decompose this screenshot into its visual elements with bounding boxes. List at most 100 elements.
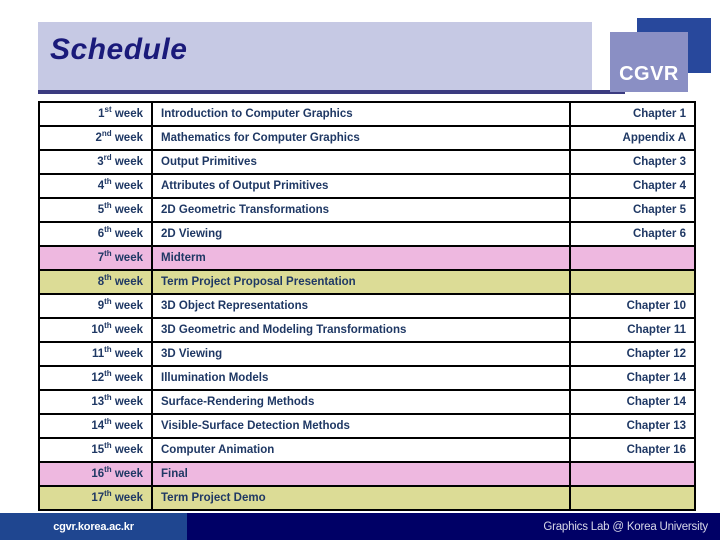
week-ordinal-suffix: th (104, 392, 112, 402)
cell-topic: Attributes of Output Primitives (151, 173, 571, 199)
week-ordinal-suffix: th (104, 416, 112, 426)
cell-topic: 2D Geometric Transformations (151, 197, 571, 223)
week-label: week (111, 347, 143, 360)
schedule-table: 1st week Introduction to Computer Graphic… (38, 101, 696, 511)
cell-chapter (569, 245, 696, 271)
cell-week: 2nd week (38, 125, 153, 151)
table-row: 14th week Visible-Surface Detection Metho… (38, 413, 696, 439)
cell-week: 1st week (38, 101, 153, 127)
week-number: 11 (91, 347, 105, 360)
cell-topic: Mathematics for Computer Graphics (151, 125, 571, 151)
cell-chapter: Chapter 14 (569, 389, 696, 415)
week-label: week (111, 179, 143, 192)
cell-topic: 2D Viewing (151, 221, 571, 247)
cell-chapter: Chapter 13 (569, 413, 696, 439)
cell-chapter: Chapter 12 (569, 341, 696, 367)
week-label: week (111, 371, 143, 384)
cell-topic: Surface-Rendering Methods (151, 389, 571, 415)
table-row: 8th week Term Project Proposal Presentati… (38, 269, 696, 295)
footer-attribution: Graphics Lab @ Korea University (543, 520, 708, 533)
cell-topic: 3D Object Representations (151, 293, 571, 319)
cell-chapter: Chapter 5 (569, 197, 696, 223)
table-row: 1st week Introduction to Computer Graphic… (38, 101, 696, 127)
week-number: 14 (91, 419, 105, 432)
cell-week: 8th week (38, 269, 153, 295)
week-label: week (111, 395, 143, 408)
cell-chapter (569, 485, 696, 511)
cell-week: 13th week (38, 389, 153, 415)
cell-topic: Visible-Surface Detection Methods (151, 413, 571, 439)
week-label: week (111, 467, 143, 480)
cell-topic: Output Primitives (151, 149, 571, 175)
cell-week: 5th week (38, 197, 153, 223)
week-number: 17 (91, 491, 105, 504)
cell-chapter: Chapter 14 (569, 365, 696, 391)
table-row: 9th week 3D Object Representations Chapter… (38, 293, 696, 319)
table-row: 4th week Attributes of Output Primitives C… (38, 173, 696, 199)
week-label: week (111, 299, 143, 312)
cell-week: 12th week (38, 365, 153, 391)
week-label: week (111, 227, 143, 240)
cell-chapter: Chapter 3 (569, 149, 696, 175)
week-ordinal-suffix: th (104, 224, 112, 234)
cell-week: 6th week (38, 221, 153, 247)
cell-week: 10th week (38, 317, 153, 343)
table-row: 5th week 2D Geometric Transformations Chap… (38, 197, 696, 223)
week-label: week (111, 251, 143, 264)
week-ordinal-suffix: st (104, 104, 112, 114)
cell-week: 17th week (38, 485, 153, 511)
week-label: week (111, 155, 143, 168)
cgvr-logo-label: CGVR (619, 63, 679, 85)
week-ordinal-suffix: th (104, 176, 112, 186)
cell-topic: Term Project Demo (151, 485, 571, 511)
title-divider (38, 90, 625, 94)
cell-chapter: Chapter 10 (569, 293, 696, 319)
slide-canvas: Schedule CGVR 1st week Introduction to Co… (0, 0, 720, 540)
cell-chapter (569, 461, 696, 487)
cell-chapter: Chapter 11 (569, 317, 696, 343)
week-label: week (111, 323, 143, 336)
week-ordinal-suffix: th (104, 464, 112, 474)
week-ordinal-suffix: th (104, 272, 112, 282)
week-ordinal-suffix: th (104, 368, 112, 378)
week-ordinal-suffix: th (104, 200, 112, 210)
cell-chapter: Chapter 6 (569, 221, 696, 247)
week-number: 16 (91, 467, 105, 480)
week-ordinal-suffix: th (104, 440, 112, 450)
table-row: 11th week 3D Viewing Chapter 12 (38, 341, 696, 367)
week-number: 15 (91, 443, 105, 456)
cell-topic: 3D Geometric and Modeling Transformation… (151, 317, 571, 343)
week-label: week (111, 275, 143, 288)
week-number: 10 (91, 323, 105, 336)
table-row: 2nd week Mathematics for Computer Graphic… (38, 125, 696, 151)
cell-topic: Final (151, 461, 571, 487)
cell-topic: Midterm (151, 245, 571, 271)
cell-week: 16th week (38, 461, 153, 487)
week-number: 12 (91, 371, 105, 384)
page-title: Schedule (50, 33, 188, 66)
cell-topic: Illumination Models (151, 365, 571, 391)
footer-site-url[interactable]: cgvr.korea.ac.kr (0, 513, 187, 540)
week-ordinal-suffix: th (104, 296, 112, 306)
table-row: 13th week Surface-Rendering Methods Chapte… (38, 389, 696, 415)
cell-chapter: Appendix A (569, 125, 696, 151)
table-row: 10th week 3D Geometric and Modeling Trans… (38, 317, 696, 343)
cell-week: 11th week (38, 341, 153, 367)
week-label: week (111, 131, 143, 144)
cell-topic: Introduction to Computer Graphics (151, 101, 571, 127)
cell-topic: Computer Animation (151, 437, 571, 463)
week-label: week (111, 107, 143, 120)
cell-week: 9th week (38, 293, 153, 319)
table-row: 3rd week Output Primitives Chapter 3 (38, 149, 696, 175)
cell-week: 15th week (38, 437, 153, 463)
table-row: 16th week Final (38, 461, 696, 487)
week-ordinal-suffix: th (104, 320, 112, 330)
schedule-table-body: 1st week Introduction to Computer Graphic… (38, 101, 696, 511)
cell-week: 4th week (38, 173, 153, 199)
week-label: week (111, 419, 143, 432)
week-ordinal-suffix: th (104, 344, 112, 354)
week-number: 13 (91, 395, 105, 408)
cell-week: 14th week (38, 413, 153, 439)
week-ordinal-suffix: nd (101, 128, 112, 138)
table-row: 15th week Computer Animation Chapter 16 (38, 437, 696, 463)
